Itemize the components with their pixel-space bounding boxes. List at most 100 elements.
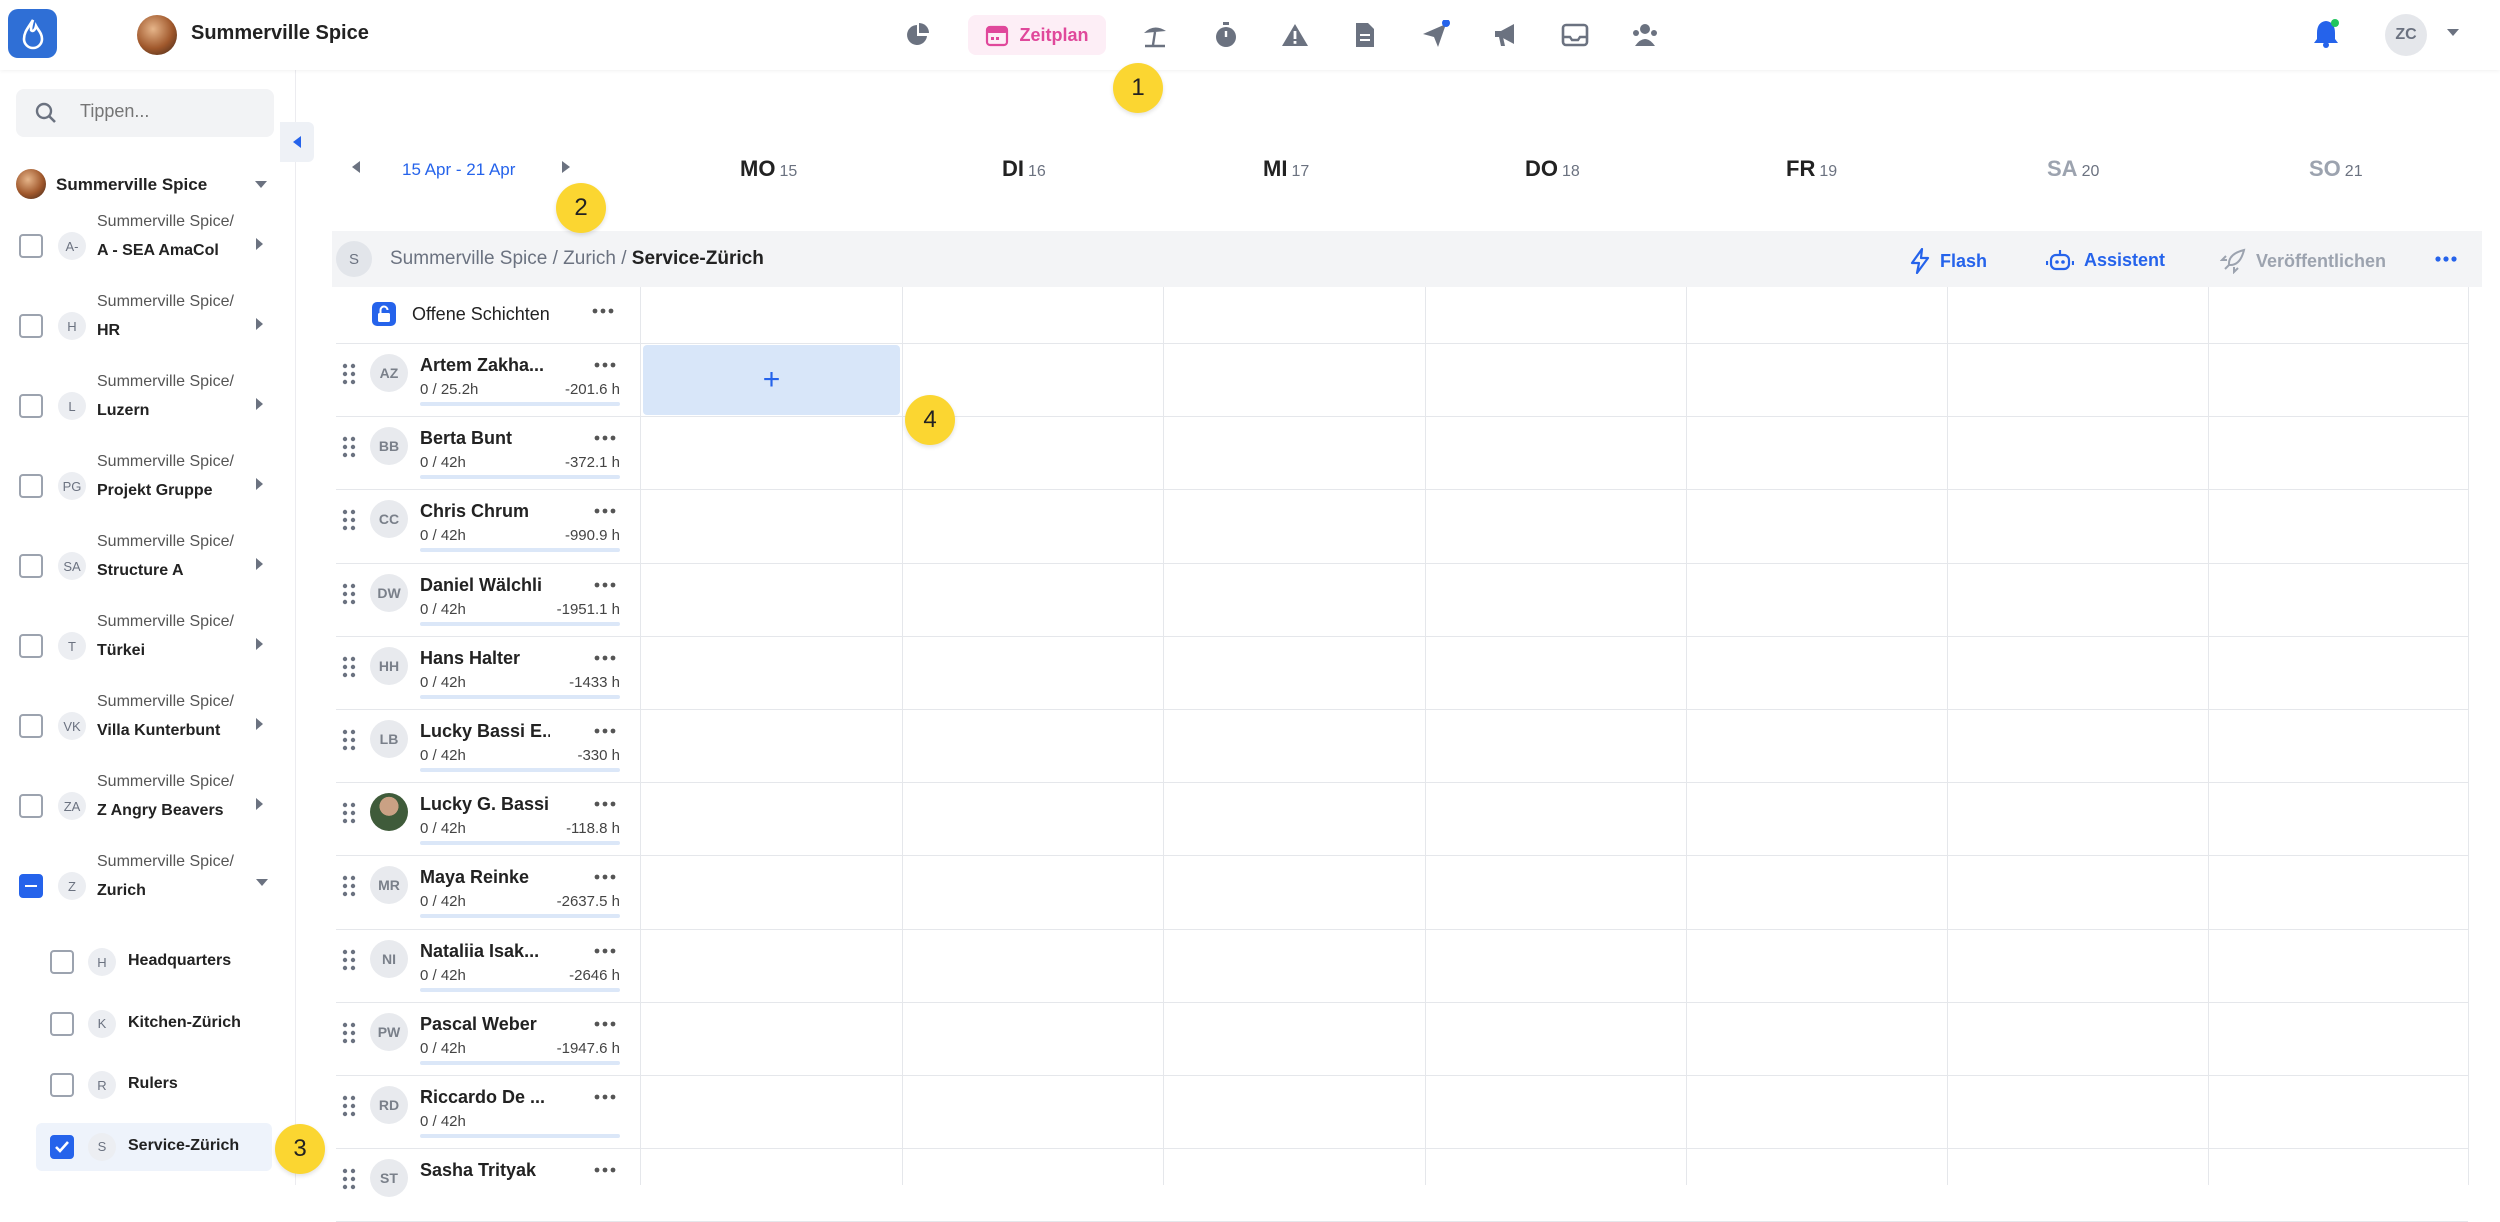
more-options-icon[interactable] xyxy=(2434,245,2458,278)
step-marker: 3 xyxy=(275,1124,325,1174)
week-range[interactable]: 15 Apr - 21 Apr xyxy=(402,160,515,180)
employee-row[interactable]: BB Berta Bunt 0 / 42h -372.1 h xyxy=(336,416,636,489)
employee-name: Sasha Trityak xyxy=(420,1160,537,1181)
employee-avatar: DW xyxy=(370,573,408,612)
organization-selector[interactable]: Summerville Spice xyxy=(14,169,280,201)
chevron-right-icon[interactable] xyxy=(254,236,266,257)
employee-row[interactable]: DW Daniel Wälchli 0 / 42h -1951.1 h xyxy=(336,563,636,636)
team-icon[interactable] xyxy=(1627,17,1663,53)
chevron-down-icon[interactable] xyxy=(2445,26,2461,44)
employee-balance: -1433 h xyxy=(569,673,620,691)
employee-name: Daniel Wälchli xyxy=(420,574,543,595)
day-date: 18 xyxy=(1562,163,1580,180)
more-options-icon[interactable] xyxy=(594,577,616,598)
drag-handle-icon[interactable] xyxy=(342,436,356,463)
more-options-icon[interactable] xyxy=(592,303,614,324)
sidebar-location-item[interactable]: A- Summerville Spice/ A - SEA AmaCol xyxy=(0,210,296,282)
vacation-icon[interactable] xyxy=(1137,17,1173,53)
employee-avatar: CC xyxy=(370,500,408,539)
user-avatar[interactable]: ZC xyxy=(2385,14,2427,56)
employee-balance: -990.9 h xyxy=(564,527,620,545)
employee-avatar: MR xyxy=(370,866,408,905)
more-options-icon[interactable] xyxy=(594,1162,616,1183)
day-date: 21 xyxy=(2344,163,2363,180)
drag-handle-icon[interactable] xyxy=(342,1095,356,1122)
more-options-icon[interactable] xyxy=(594,357,616,378)
drag-handle-icon[interactable] xyxy=(342,802,356,829)
employee-avatar: ST xyxy=(370,1159,408,1198)
megaphone-icon[interactable] xyxy=(1488,17,1524,53)
more-options-icon[interactable] xyxy=(594,650,616,671)
more-options-icon[interactable] xyxy=(594,869,616,890)
more-options-icon[interactable] xyxy=(594,503,616,524)
timer-icon[interactable] xyxy=(1208,17,1244,53)
employee-name: Berta Bunt xyxy=(420,428,513,449)
day-header[interactable]: DI 16 xyxy=(1002,156,1046,182)
drag-handle-icon[interactable] xyxy=(342,656,356,683)
app-logo[interactable] xyxy=(8,9,57,58)
search-input[interactable] xyxy=(80,101,260,122)
day-header[interactable]: MO 15 xyxy=(740,156,797,182)
employee-row[interactable]: Lucky G. Bassi 0 / 42h -118.8 h xyxy=(336,782,636,855)
day-header[interactable]: DO 18 xyxy=(1525,156,1580,182)
organization-name[interactable]: Summerville Spice xyxy=(191,22,369,45)
dashboard-icon[interactable] xyxy=(900,17,936,53)
organization-avatar[interactable] xyxy=(137,15,177,55)
previous-week-button[interactable] xyxy=(350,160,362,179)
more-options-icon[interactable] xyxy=(594,430,616,451)
employee-name: Hans Halter xyxy=(420,647,521,668)
drag-handle-icon[interactable] xyxy=(342,509,356,536)
day-header[interactable]: SA 20 xyxy=(2047,156,2099,182)
employee-name: Riccardo De ... xyxy=(420,1087,546,1107)
step-marker: 1 xyxy=(1113,63,1163,113)
employee-row[interactable]: HH Hans Halter 0 / 42h -1433 h xyxy=(336,636,636,709)
employee-row[interactable]: PW Pascal Weber 0 / 42h -1947.6 h xyxy=(336,1002,636,1075)
employee-row[interactable]: MR Maya Reinke 0 / 42h -2637.5 h xyxy=(336,855,636,928)
drag-handle-icon[interactable] xyxy=(342,1168,356,1195)
grid-row-line xyxy=(336,416,2468,418)
next-week-button[interactable] xyxy=(560,160,572,179)
employee-row[interactable]: CC Chris Chrum 0 / 42h -990.9 h xyxy=(336,489,636,562)
more-options-icon[interactable] xyxy=(594,1089,616,1110)
day-header[interactable]: SO 21 xyxy=(2309,156,2363,182)
employee-row[interactable]: AZ Artem Zakha... 0 / 25.2h -201.6 h xyxy=(336,343,636,416)
drag-handle-icon[interactable] xyxy=(342,949,356,976)
drag-handle-icon[interactable] xyxy=(342,729,356,756)
more-options-icon[interactable] xyxy=(594,723,616,744)
notifications-icon[interactable] xyxy=(2311,17,2341,54)
grid-row-line xyxy=(336,709,2468,710)
assistant-button[interactable]: Assistent xyxy=(2046,248,2165,272)
drag-handle-icon[interactable] xyxy=(342,583,356,610)
employee-avatar: RD xyxy=(370,1086,408,1124)
flash-button[interactable]: Flash xyxy=(1910,248,1987,274)
drag-handle-icon[interactable] xyxy=(342,363,356,390)
drag-handle-icon[interactable] xyxy=(342,1022,356,1049)
send-icon[interactable] xyxy=(1417,17,1453,53)
hours-progress-bar xyxy=(420,621,620,626)
location-checkbox[interactable] xyxy=(19,234,43,258)
hours-progress-bar xyxy=(420,694,620,699)
warning-icon[interactable] xyxy=(1277,17,1313,53)
more-options-icon[interactable] xyxy=(594,943,616,964)
day-header[interactable]: FR 19 xyxy=(1786,156,1837,182)
more-options-icon[interactable] xyxy=(594,796,616,817)
publish-button[interactable]: Veröffentlichen xyxy=(2220,248,2386,274)
hours-progress-bar xyxy=(420,768,620,772)
add-shift-cell[interactable]: + xyxy=(643,345,900,415)
employee-hours: 0 / 42h xyxy=(420,1039,466,1057)
document-icon[interactable] xyxy=(1347,17,1383,53)
chevron-down-icon[interactable] xyxy=(253,178,269,196)
day-header[interactable]: MI 17 xyxy=(1263,156,1309,182)
search-box[interactable] xyxy=(16,89,274,137)
employee-row[interactable]: NI Nataliia Isak... 0 / 42h -2646 h xyxy=(336,929,636,1002)
more-options-icon[interactable] xyxy=(594,1016,616,1037)
drag-handle-icon[interactable] xyxy=(342,875,356,902)
employee-row[interactable]: LB Lucky Bassi E... 0 / 42h -330 h xyxy=(336,709,636,782)
employee-row[interactable]: RD Riccardo De ... 0 / 42h xyxy=(336,1075,636,1148)
inbox-icon[interactable] xyxy=(1557,17,1593,53)
grid-column-line xyxy=(1425,287,1426,1185)
employee-name: Lucky G. Bassi xyxy=(420,794,550,815)
nav-zeitplan[interactable]: Zeitplan xyxy=(968,15,1106,55)
employee-hours: 0 / 42h xyxy=(420,527,466,545)
collapse-sidebar-button[interactable] xyxy=(280,122,314,162)
